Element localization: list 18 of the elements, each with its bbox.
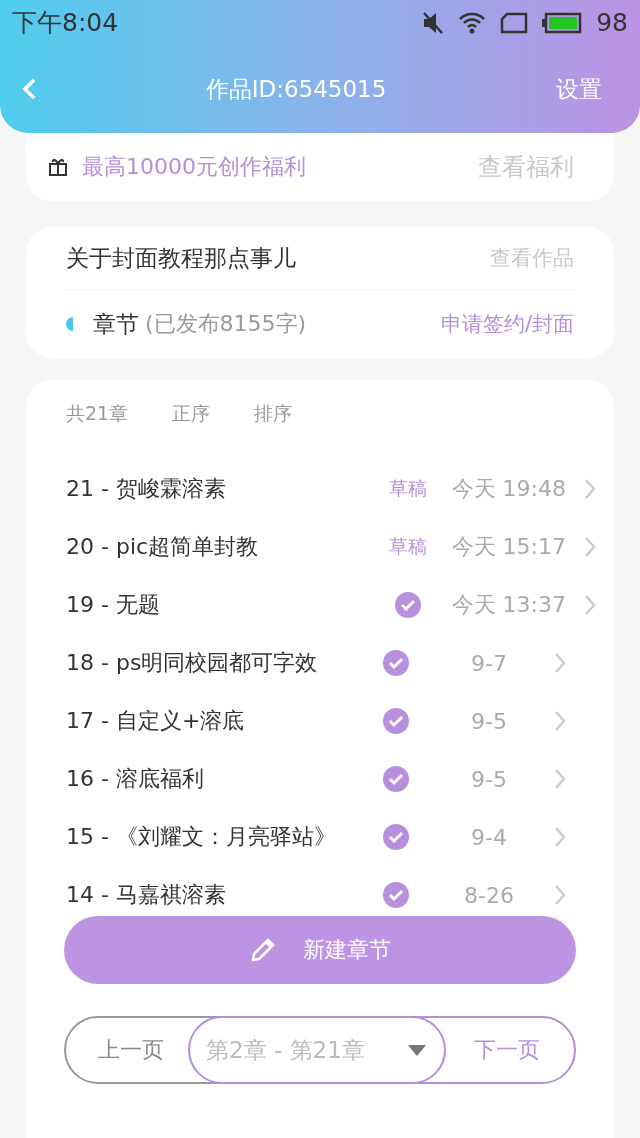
chapter-date: 9-5 (470, 708, 508, 734)
page-title: 作品ID:6545015 (204, 74, 388, 104)
work-title: 关于封面教程那点事儿 (66, 243, 297, 273)
chapter-date: 9-5 (470, 766, 508, 792)
status-time: 下午8:04 (12, 7, 120, 39)
chapter-date: 今天 15:17 (450, 533, 566, 561)
draft-label: 草稿 (389, 476, 427, 501)
battery-level: 98 (596, 8, 628, 37)
promo-text: 最高10000元创作福利 (82, 153, 307, 181)
chapter-date: 8-26 (463, 882, 515, 908)
draft-label: 草稿 (389, 534, 427, 559)
chapter-date: 9-7 (470, 650, 508, 676)
published-word-count: (已发布8155字) (145, 310, 308, 338)
chapter-date: 9-4 (470, 824, 508, 850)
section-title: 章节 (93, 309, 139, 339)
chapter-date: 今天 13:37 (450, 591, 566, 619)
chapter-count: 共21章 (66, 401, 129, 426)
chapter-date: 今天 19:48 (450, 475, 566, 503)
